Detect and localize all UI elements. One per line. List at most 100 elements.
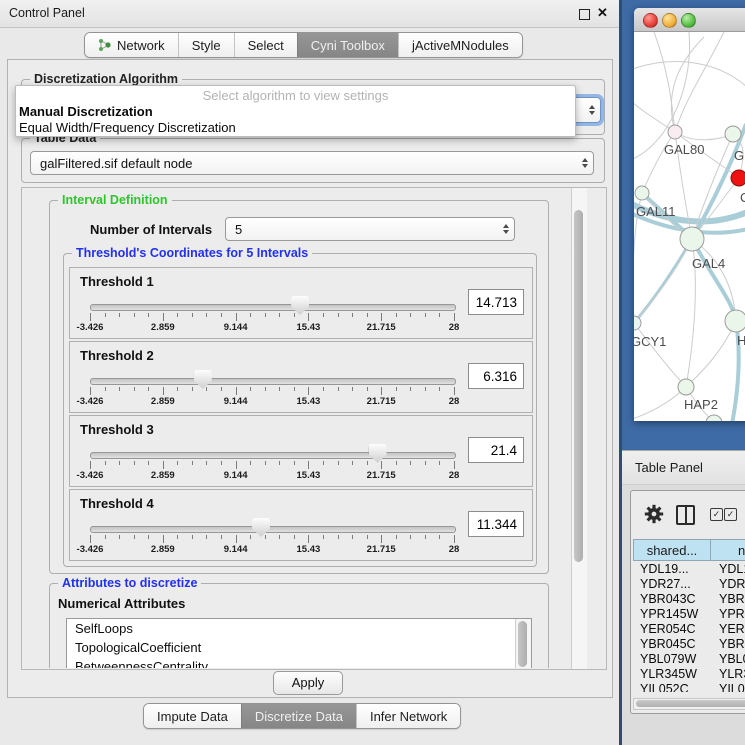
network-icon: [98, 38, 112, 52]
tick-mark: [396, 387, 397, 391]
network-edge[interactable]: [634, 387, 686, 420]
network-desktop: GAL80GCGAL11GAL4GCY1HHAP2: [622, 0, 745, 450]
tick-mark: [323, 461, 324, 465]
slider-track[interactable]: [90, 526, 456, 533]
split-columns-icon[interactable]: [676, 505, 695, 525]
tab-select[interactable]: Select: [234, 33, 297, 57]
table-row[interactable]: YIL052CYIL0: [633, 682, 745, 692]
tick-mark: [381, 461, 382, 469]
tab-cyni-toolbox[interactable]: Cyni Toolbox: [297, 33, 398, 57]
table-row[interactable]: YBR045CYBR0: [633, 637, 745, 652]
checkbox-icon[interactable]: ✓: [710, 508, 723, 521]
close-traffic-light-icon[interactable]: [643, 13, 658, 28]
tick-mark: [410, 535, 411, 539]
attribute-item[interactable]: TopologicalCoefficient: [67, 638, 531, 657]
table-row[interactable]: YER054CYER0: [633, 622, 745, 637]
tick-mark: [250, 313, 251, 317]
network-node[interactable]: [725, 126, 741, 142]
tab-impute-data[interactable]: Impute Data: [144, 704, 241, 728]
network-edge[interactable]: [675, 32, 724, 132]
threshold-value-field[interactable]: 6.316: [468, 363, 524, 389]
network-node[interactable]: [680, 227, 704, 251]
network-edge[interactable]: [634, 323, 686, 387]
settings-vertical-scrollbar[interactable]: [571, 188, 587, 669]
scrollbar-thumb[interactable]: [636, 700, 745, 707]
table-panel-frame: ✓ ✓ shared... n YDL19...YDL1YDR27...YDR2…: [630, 490, 745, 714]
attributes-list[interactable]: SelfLoopsTopologicalCoefficientBetweenne…: [66, 618, 532, 668]
attribute-item[interactable]: BetweennessCentrality: [67, 657, 531, 668]
close-icon[interactable]: ✕: [597, 5, 608, 21]
number-of-intervals-combobox[interactable]: 5: [225, 217, 515, 241]
network-node[interactable]: [634, 316, 641, 330]
tab-infer-network[interactable]: Infer Network: [356, 704, 460, 728]
table-row[interactable]: YPR145WYPR1: [633, 607, 745, 622]
scrollbar-thumb[interactable]: [518, 621, 527, 667]
network-window[interactable]: GAL80GCGAL11GAL4GCY1HHAP2: [634, 8, 745, 421]
network-node[interactable]: [678, 379, 694, 395]
tick-mark: [250, 461, 251, 465]
network-node[interactable]: [635, 186, 649, 200]
dropdown-option[interactable]: Equal Width/Frequency Discretization: [16, 120, 575, 136]
checkbox-icon[interactable]: ✓: [724, 508, 737, 521]
network-edge[interactable]: [634, 62, 745, 92]
tick-mark: [265, 461, 266, 465]
table-row[interactable]: YBL079WYBL0: [633, 652, 745, 667]
tick-mark: [279, 387, 280, 391]
threshold-value-field[interactable]: 11.344: [468, 511, 524, 537]
control-panel: Control Panel ✕ NetworkStyleSelectCyni T…: [0, 0, 619, 745]
table-row[interactable]: YDL19...YDL1: [633, 562, 745, 577]
tab-network[interactable]: Network: [85, 33, 178, 57]
tick-label: 21.715: [367, 396, 396, 407]
table-data-value: galFiltered.sif default node: [40, 156, 192, 171]
minimize-traffic-light-icon[interactable]: [662, 13, 677, 28]
table-row[interactable]: YDR27...YDR2: [633, 577, 745, 592]
cell-name: YLR3: [719, 667, 745, 681]
scrollbar-thumb[interactable]: [574, 210, 583, 562]
threshold-value-field[interactable]: 14.713: [468, 289, 524, 315]
attribute-item[interactable]: SelfLoops: [67, 619, 531, 638]
network-window-titlebar[interactable]: [634, 8, 745, 32]
table-horizontal-scrollbar[interactable]: [633, 698, 745, 710]
node-label: GAL4: [692, 256, 725, 271]
threshold-value-field[interactable]: 21.4: [468, 437, 524, 463]
threshold-label: Threshold 2: [80, 348, 154, 363]
tick-label: 21.715: [367, 322, 396, 333]
network-edge[interactable]: [671, 37, 704, 132]
network-node[interactable]: [725, 310, 745, 332]
slider-tick-labels: -3.4262.8599.14415.4321.71528: [90, 544, 454, 556]
table-row[interactable]: YBR043CYBR0: [633, 592, 745, 607]
tick-mark: [105, 535, 106, 539]
attributes-list-scrollbar[interactable]: [515, 619, 531, 668]
tick-mark: [367, 535, 368, 539]
cell-shared-name: YLR345W: [640, 667, 697, 681]
tab-style[interactable]: Style: [178, 33, 234, 57]
apply-button[interactable]: Apply: [273, 671, 343, 695]
network-edge[interactable]: [634, 92, 675, 132]
tick-label: 9.144: [224, 322, 248, 333]
network-node[interactable]: [668, 125, 682, 139]
dropdown-option[interactable]: Manual Discretization: [16, 104, 575, 120]
network-edge[interactable]: [634, 239, 692, 332]
tick-label: 2.859: [151, 396, 175, 407]
zoom-traffic-light-icon[interactable]: [681, 13, 696, 28]
network-edge[interactable]: [692, 239, 736, 321]
tick-mark: [192, 313, 193, 317]
slider-track[interactable]: [90, 452, 456, 459]
slider-track[interactable]: [90, 304, 456, 311]
table-data-combobox[interactable]: galFiltered.sif default node: [30, 151, 594, 175]
float-icon[interactable]: [579, 9, 590, 20]
network-node[interactable]: [731, 170, 745, 186]
slider-track[interactable]: [90, 378, 456, 385]
gear-icon[interactable]: [643, 503, 665, 525]
cyni-toolbox-content: Discretization Algorithm Select algorith…: [7, 59, 613, 698]
slider-tick-labels: -3.4262.8599.14415.4321.71528: [90, 396, 454, 408]
tick-mark: [148, 535, 149, 539]
tick-mark: [119, 535, 120, 539]
network-node[interactable]: [706, 415, 722, 421]
network-canvas[interactable]: GAL80GCGAL11GAL4GCY1HHAP2: [634, 32, 745, 421]
column-header-shared[interactable]: shared...: [633, 539, 711, 561]
tab-discretize-data[interactable]: Discretize Data: [241, 704, 356, 728]
tab-jactivemnodules[interactable]: jActiveMNodules: [398, 33, 522, 57]
table-row[interactable]: YLR345W YLR3: [633, 667, 745, 682]
column-header-name[interactable]: n: [710, 539, 745, 561]
